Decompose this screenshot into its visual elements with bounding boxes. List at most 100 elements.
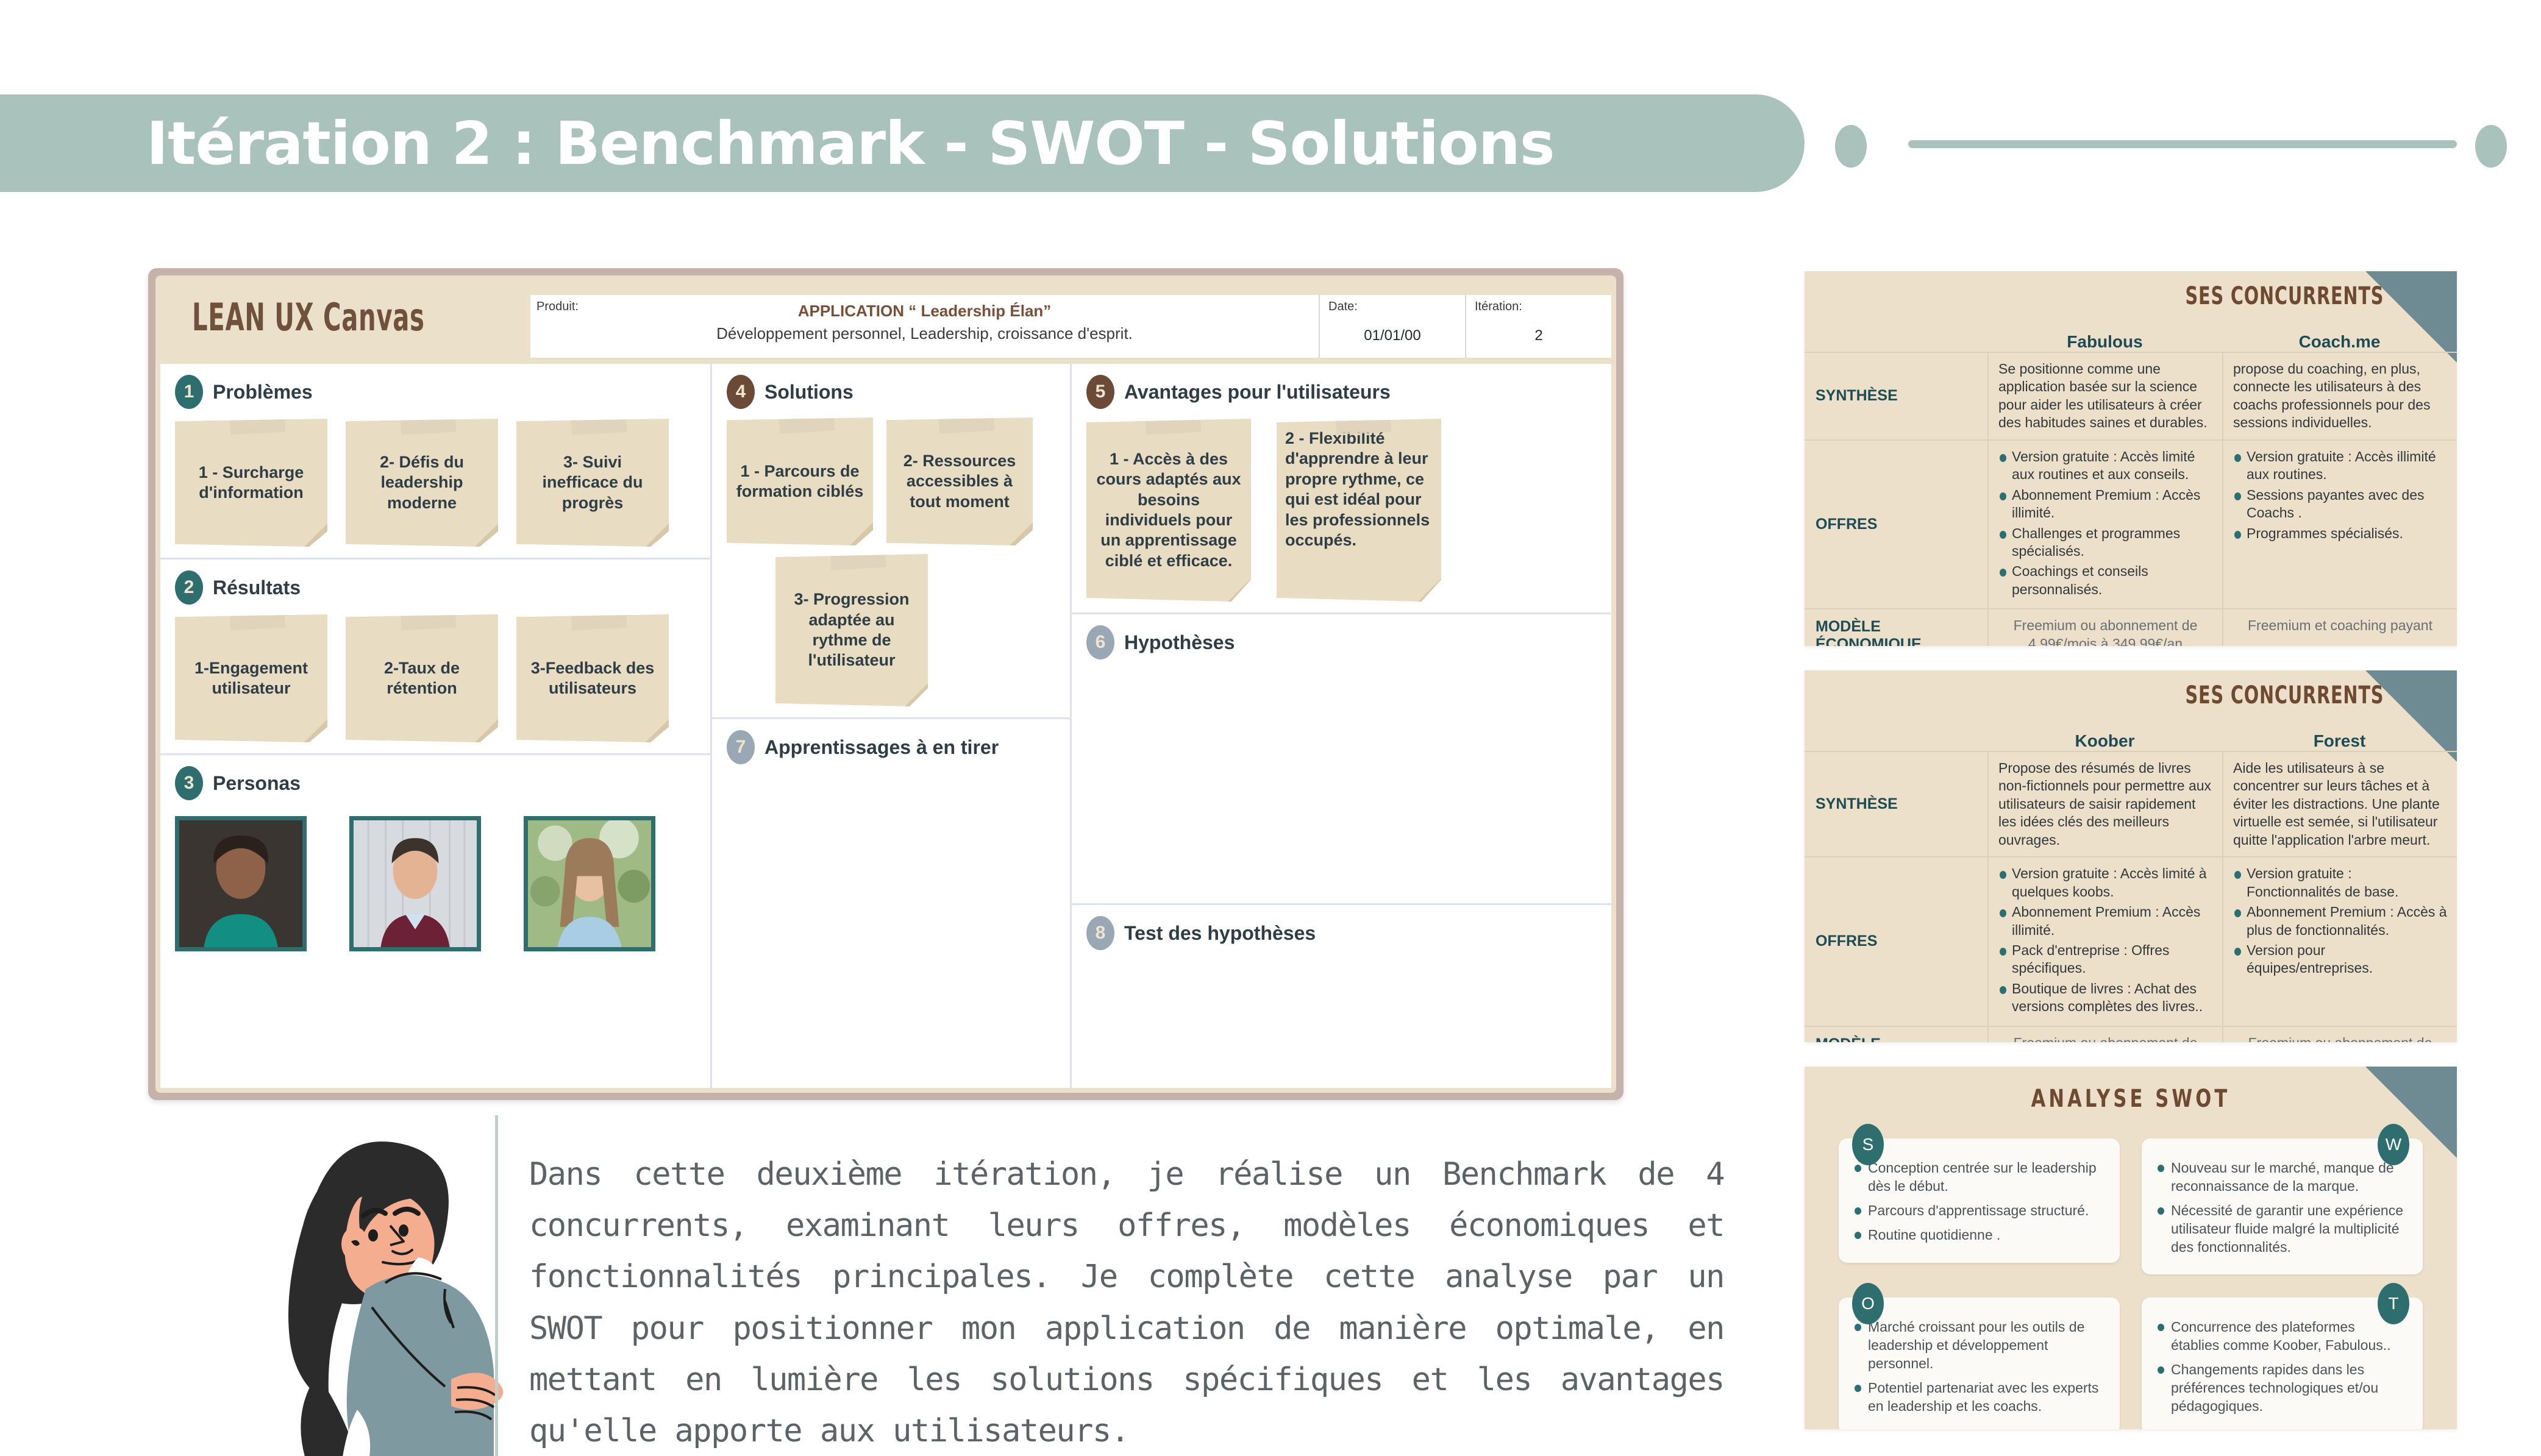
- persona-woman-blue-icon: [528, 820, 651, 947]
- row-label-synthese: SYNTHÈSE: [1816, 795, 1898, 813]
- canvas-header: LEAN UX Canvas Produit: APPLICATION “ Le…: [155, 275, 1616, 364]
- swot-quadrant-s: S Conception centrée sur le leadership d…: [1839, 1124, 2120, 1274]
- list-item: Challenges et programmes spécialisés.: [1998, 525, 2212, 561]
- badge-8: 8: [1086, 916, 1114, 950]
- swot-badge-w: W: [2378, 1124, 2409, 1165]
- table-row: OFFRES Version gratuite : Accès limité à…: [1805, 856, 2457, 1026]
- row-label-modele: MODÈLE ÉCONOMIQUE: [1816, 618, 1922, 646]
- section-title-resultats: Résultats: [213, 576, 301, 598]
- canvas-middle-column: 4 Solutions 1 - Parcours de formation ci…: [712, 364, 1072, 1088]
- swot-quadrant-t: T Concurrence des plateformes établies c…: [2142, 1283, 2423, 1429]
- table-row: OFFRES Version gratuite : Accès limité a…: [1805, 439, 2457, 609]
- decorative-dot-left-icon: [1835, 125, 1867, 168]
- list-item: Pack d'entreprise : Offres spécifiques.: [1998, 942, 2212, 978]
- badge-3: 3: [175, 766, 203, 800]
- cell-modele: Freemium ou abonnement de 0,99/mois € à …: [2222, 1026, 2457, 1042]
- competitor-name: Forest: [2313, 731, 2366, 750]
- date-label: Date:: [1328, 300, 1358, 313]
- cell-offres: Version gratuite : Accès illimité aux ro…: [2233, 448, 2447, 542]
- swot-list-w: Nouveau sur le marché, manque de reconna…: [2158, 1159, 2407, 1256]
- cell-synthese: Se positionne comme une application basé…: [1987, 353, 2222, 439]
- section-personas: 3 Personas: [160, 755, 710, 962]
- swot-badge-o: O: [1852, 1283, 1884, 1325]
- badge-5: 5: [1086, 375, 1114, 409]
- swot-badge-t: T: [2378, 1283, 2409, 1325]
- competitor-name: Koober: [2075, 731, 2135, 750]
- section-title-test: Test des hypothèses: [1124, 922, 1316, 944]
- section-title-avantages: Avantages pour l'utilisateurs: [1124, 380, 1391, 403]
- competitors-card-1-title: SES CONCURRENTS: [2185, 282, 2384, 310]
- section-problemes: 1 Problèmes 1 - Surcharge d'information …: [160, 364, 710, 559]
- section-avantages: 5 Avantages pour l'utilisateurs 1 - Accè…: [1072, 364, 1611, 614]
- list-item: Abonnement Premium : Accès illimité.: [1998, 903, 2212, 939]
- section-test: 8 Test des hypothèses: [1072, 905, 1611, 1088]
- competitors-card-1: SES CONCURRENTS Fabulous Coach.me SYNTHÈ…: [1805, 271, 2457, 646]
- list-item: Abonnement Premium : Accès à plus de fon…: [2233, 903, 2447, 939]
- persona-photo: [349, 816, 481, 951]
- list-item: Nécessité de garantir une expérience uti…: [2158, 1202, 2407, 1257]
- sticky-note: 1 - Surcharge d'information: [175, 419, 327, 547]
- table-row: MODÈLE ÉCONOMIQUE Freemium ou abonnement…: [1805, 608, 2457, 646]
- list-item: Sessions payantes avec des Coachs .: [2233, 486, 2447, 522]
- notes-problemes: 1 - Surcharge d'information 2- Défis du …: [175, 419, 696, 547]
- iteration-label: Itération:: [1475, 300, 1522, 313]
- personas-row: [175, 816, 696, 951]
- swot-card: ANALYSE SWOT S Conception centrée sur le…: [1805, 1067, 2457, 1429]
- canvas-body: 1 Problèmes 1 - Surcharge d'information …: [160, 364, 1611, 1088]
- slide-page: Itération 2 : Benchmark - SWOT - Solutio…: [0, 0, 2541, 1456]
- list-item: Changements rapides dans les préférences…: [2158, 1361, 2407, 1416]
- product-subtitle: Développement personnel, Leadership, cro…: [716, 324, 1133, 343]
- cell-modele: Freemium ou abonnement de 7,99€/mois à 5…: [1987, 1026, 2222, 1042]
- canvas-meta-bar: Produit: APPLICATION “ Leadership Élan” …: [530, 295, 1611, 358]
- list-item: Potentiel partenariat avec les experts e…: [1855, 1379, 2104, 1416]
- cell-offres: Version gratuite : Accès limité à quelqu…: [1998, 865, 2212, 1016]
- swot-list-o: Marché croissant pour les outils de lead…: [1855, 1318, 2104, 1415]
- text-divider: [495, 1115, 498, 1456]
- sticky-note: 2-Taux de rétention: [346, 614, 498, 742]
- sticky-note: 1-Engagement utilisateur: [175, 614, 327, 742]
- cell-synthese: Propose des résumés de livres non-fictio…: [1987, 752, 2222, 857]
- cell-modele: Freemium ou abonnement de 4,99€/mois à 3…: [1987, 609, 2222, 646]
- list-item: Version pour équipes/entreprises.: [2233, 942, 2447, 978]
- swot-grid: S Conception centrée sur le leadership d…: [1805, 1113, 2457, 1429]
- sticky-note: 1 - Parcours de formation ciblés: [727, 417, 873, 545]
- badge-7: 7: [727, 730, 755, 764]
- lean-ux-canvas-logo: LEAN UX Canvas: [192, 295, 425, 339]
- canvas-left-column: 1 Problèmes 1 - Surcharge d'information …: [160, 364, 712, 1088]
- page-title: Itération 2 : Benchmark - SWOT - Solutio…: [146, 108, 1555, 178]
- badge-4: 4: [727, 375, 755, 409]
- list-item: Parcours d'apprentissage structuré.: [1855, 1202, 2104, 1220]
- row-label-modele: MODÈLE ÉCONOMIQUE: [1805, 1027, 1987, 1042]
- list-item: Version gratuite : Fonctionnalités de ba…: [2233, 865, 2447, 901]
- section-title-apprentissages: Apprentissages à en tirer: [764, 736, 999, 758]
- date-value: 01/01/00: [1364, 327, 1421, 344]
- swot-quadrant-w: W Nouveau sur le marché, manque de recon…: [2142, 1124, 2423, 1275]
- decorative-line: [1908, 140, 2457, 148]
- swot-list-s: Conception centrée sur le leadership dès…: [1855, 1159, 2104, 1245]
- cell-offres: Version gratuite : Fonctionnalités de ba…: [2233, 865, 2447, 978]
- cell-offres: Version gratuite : Accès limité aux rout…: [1998, 448, 2212, 599]
- cell-synthese: Aide les utilisateurs à se concentrer su…: [2222, 752, 2457, 857]
- table-row: SYNTHÈSE Propose des résumés de livres n…: [1805, 751, 2457, 857]
- list-item: Programmes spécialisés.: [2233, 525, 2447, 542]
- competitor-name: Fabulous: [2067, 332, 2143, 351]
- persona-woman-teal-icon: [179, 820, 302, 947]
- product-title: APPLICATION “ Leadership Élan”: [797, 302, 1052, 320]
- badge-2: 2: [175, 570, 203, 605]
- sticky-note: 2- Ressources accessibles à tout moment: [886, 417, 1033, 545]
- row-label-offres: OFFRES: [1816, 932, 1878, 950]
- list-item: Version gratuite : Accès limité à quelqu…: [1998, 865, 2212, 901]
- date-meta: Date: 01/01/00: [1319, 295, 1465, 358]
- table-row: SYNTHÈSE Se positionne comme une applica…: [1805, 352, 2457, 439]
- sticky-note: 3- Suivi inefficace du progrès: [516, 419, 669, 547]
- section-title-solutions: Solutions: [764, 380, 854, 403]
- persona-photo: [524, 816, 655, 951]
- section-title-personas: Personas: [213, 772, 301, 794]
- notes-solutions-row-1: 1 - Parcours de formation ciblés 2- Ress…: [727, 417, 1055, 545]
- swot-badge-s: S: [1852, 1124, 1884, 1165]
- competitor-name: Coach.me: [2298, 332, 2381, 351]
- section-resultats: 2 Résultats 1-Engagement utilisateur 2-T…: [160, 559, 710, 755]
- notes-solutions-row-2: 3- Progression adaptée au rythme de l'ut…: [727, 554, 1055, 706]
- description-text: Dans cette deuxième itération, je réalis…: [529, 1156, 1725, 1450]
- sticky-note: 2 - Flexibilité d'apprendre à leur propr…: [1277, 419, 1441, 602]
